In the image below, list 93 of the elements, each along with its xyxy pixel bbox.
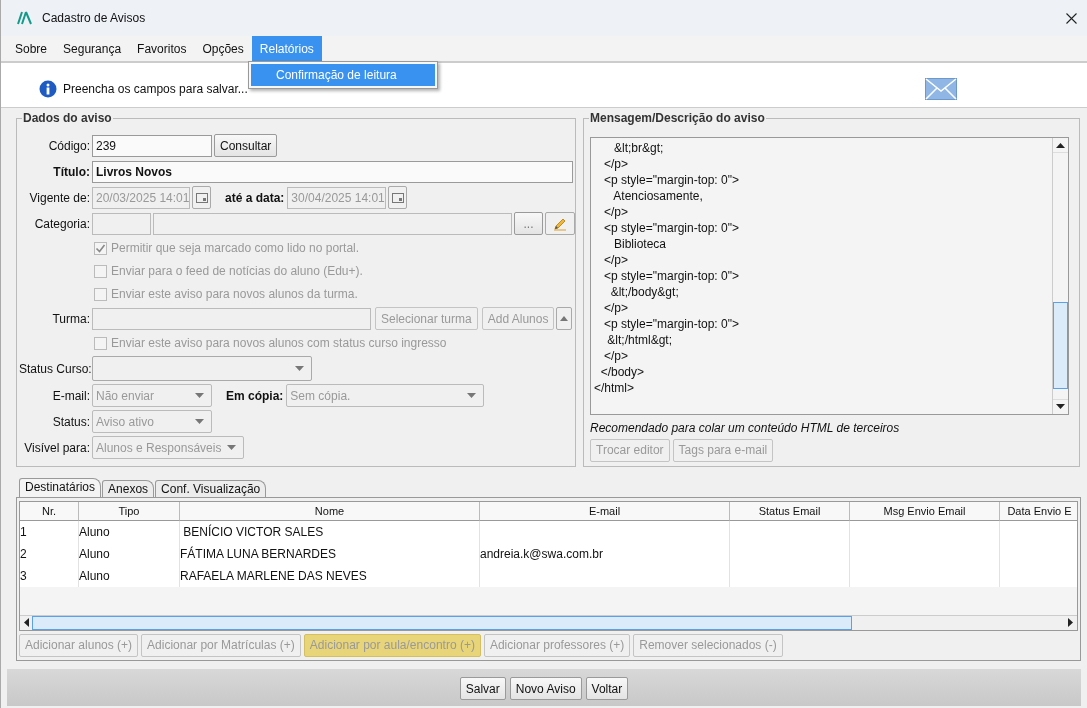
checkbox-label: Enviar para o feed de notícias do aluno (Edu+). <box>111 264 363 278</box>
code-line: &lt;/html&gt; <box>606 331 674 348</box>
code-line: <p style="margin-top: 0"> <box>603 171 740 188</box>
field-label: Visível para: <box>23 440 90 455</box>
menu-item[interactable]: Sobre <box>7 36 56 62</box>
code-line: Biblioteca <box>613 235 668 252</box>
envelope-icon <box>925 77 957 100</box>
table-cell: 1 <box>20 520 79 543</box>
tab[interactable]: Conf. Visualização <box>155 479 267 497</box>
pencil-icon <box>553 216 567 231</box>
scroll-up-button[interactable] <box>556 307 573 330</box>
column-header[interactable]: Nome <box>180 501 480 521</box>
code-field[interactable]: 239 <box>92 134 212 157</box>
field-label: Vigente de: <box>28 190 90 205</box>
table-cell: Aluno <box>79 520 180 543</box>
checkbox-label: Permitir que seja marcado como lido no portal. <box>111 241 360 255</box>
column-header[interactable]: Data Envio E <box>1000 501 1077 521</box>
code-line: </html> <box>594 379 636 396</box>
code-line: <p style="margin-top: 0"> <box>603 315 740 332</box>
course-status-dropdown[interactable] <box>92 356 312 381</box>
window-title: Cadastro de Avisos <box>42 11 146 26</box>
field-label: Turma: <box>51 311 90 326</box>
caret-icon <box>195 419 204 424</box>
footer-button[interactable]: Voltar <box>585 677 629 701</box>
code-line: &lt;/body&gt; <box>609 283 680 300</box>
right-arrow-icon[interactable] <box>1068 618 1073 627</box>
checkbox-label: Enviar este aviso para novos alunos com status curso ingresso <box>111 336 447 350</box>
field-label: Em cópia: <box>226 388 284 403</box>
column-header[interactable]: E-mail <box>480 501 730 521</box>
code-line: </p> <box>603 299 630 316</box>
checkbox-label: Enviar este aviso para novos alunos da turma. <box>111 287 358 301</box>
menu-item[interactable]: Opções <box>194 36 252 62</box>
up-arrow-icon[interactable] <box>1056 142 1065 148</box>
app-logo-icon <box>17 11 33 26</box>
calendar-icon <box>391 192 404 203</box>
edit-button[interactable] <box>545 212 575 235</box>
field-label: Status: <box>51 414 90 429</box>
table-cell: Aluno <box>79 564 180 587</box>
caret-icon <box>467 393 477 398</box>
table-cell: FÁTIMA LUNA BERNARDES <box>180 542 480 565</box>
class-field[interactable] <box>92 307 371 330</box>
column-header[interactable]: Status Email <box>730 501 850 521</box>
column-header[interactable]: Msg Envio Email <box>850 501 1000 521</box>
calendar-icon <box>195 192 208 203</box>
code-line: <p style="margin-top: 0"> <box>603 219 740 236</box>
editor-note: Recomendado para colar um conteúdo HTML de terceiros <box>590 420 901 435</box>
title-field[interactable]: Livros Novos <box>92 160 573 183</box>
code-line: </body> <box>599 363 646 380</box>
caret-icon <box>227 445 236 450</box>
up-arrow-icon <box>560 316 569 321</box>
caret-icon <box>195 393 204 398</box>
code-line: </p> <box>603 203 630 220</box>
field-label: Status Curso: <box>19 361 90 376</box>
field-label: Código: <box>47 138 90 153</box>
field-label: Título: <box>52 164 90 179</box>
category-field[interactable] <box>153 212 512 235</box>
down-arrow-icon[interactable] <box>1056 403 1065 409</box>
panel-title: Dados do aviso <box>22 110 113 125</box>
column-header[interactable]: Nr. <box>20 501 79 521</box>
table-cell: RAFAELA MARLENE DAS NEVES <box>180 564 480 587</box>
menu-item[interactable]: Segurança <box>55 36 130 62</box>
table-cell: 3 <box>20 564 79 587</box>
code-line: </p> <box>603 155 630 172</box>
calendar-button[interactable] <box>388 186 408 209</box>
tab[interactable]: Destinatários <box>19 477 102 497</box>
calendar-button[interactable] <box>192 186 211 209</box>
footer-button[interactable]: Salvar <box>459 677 506 701</box>
field-label: E-mail: <box>51 388 90 403</box>
consult-button[interactable]: Consultar <box>214 134 278 157</box>
code-line: &lt;br&gt; <box>613 139 665 156</box>
vertical-scrollbar[interactable] <box>1052 137 1068 414</box>
browse-button[interactable]: ... <box>514 212 543 235</box>
table-cell: BENÍCIO VICTOR SALES <box>180 520 480 543</box>
code-line: </p> <box>603 347 630 364</box>
code-line: <p style="margin-top: 0"> <box>603 267 740 284</box>
code-line: Atenciosamente, <box>612 187 704 204</box>
info-icon <box>39 79 57 98</box>
menu-item[interactable]: Favoritos <box>129 36 195 62</box>
table-cell: 2 <box>20 542 79 565</box>
category-code-field[interactable] <box>92 212 151 235</box>
code-line: </p> <box>603 251 630 268</box>
tab[interactable]: Anexos <box>102 479 155 497</box>
table-cell: andreia.k@swa.com.br <box>480 542 730 565</box>
left-arrow-icon[interactable] <box>24 618 29 627</box>
close-icon[interactable] <box>1066 12 1077 24</box>
footer-button[interactable]: Novo Aviso <box>509 677 582 701</box>
panel-title: Mensagem/Descrição do aviso <box>589 110 766 125</box>
field-label: Categoria: <box>33 216 90 231</box>
caret-icon <box>295 366 304 371</box>
info-message: Preencha os campos para salvar... <box>63 81 248 96</box>
column-header[interactable]: Tipo <box>79 501 180 521</box>
field-label: até a data: <box>225 190 285 205</box>
table-cell: Aluno <box>79 542 180 565</box>
